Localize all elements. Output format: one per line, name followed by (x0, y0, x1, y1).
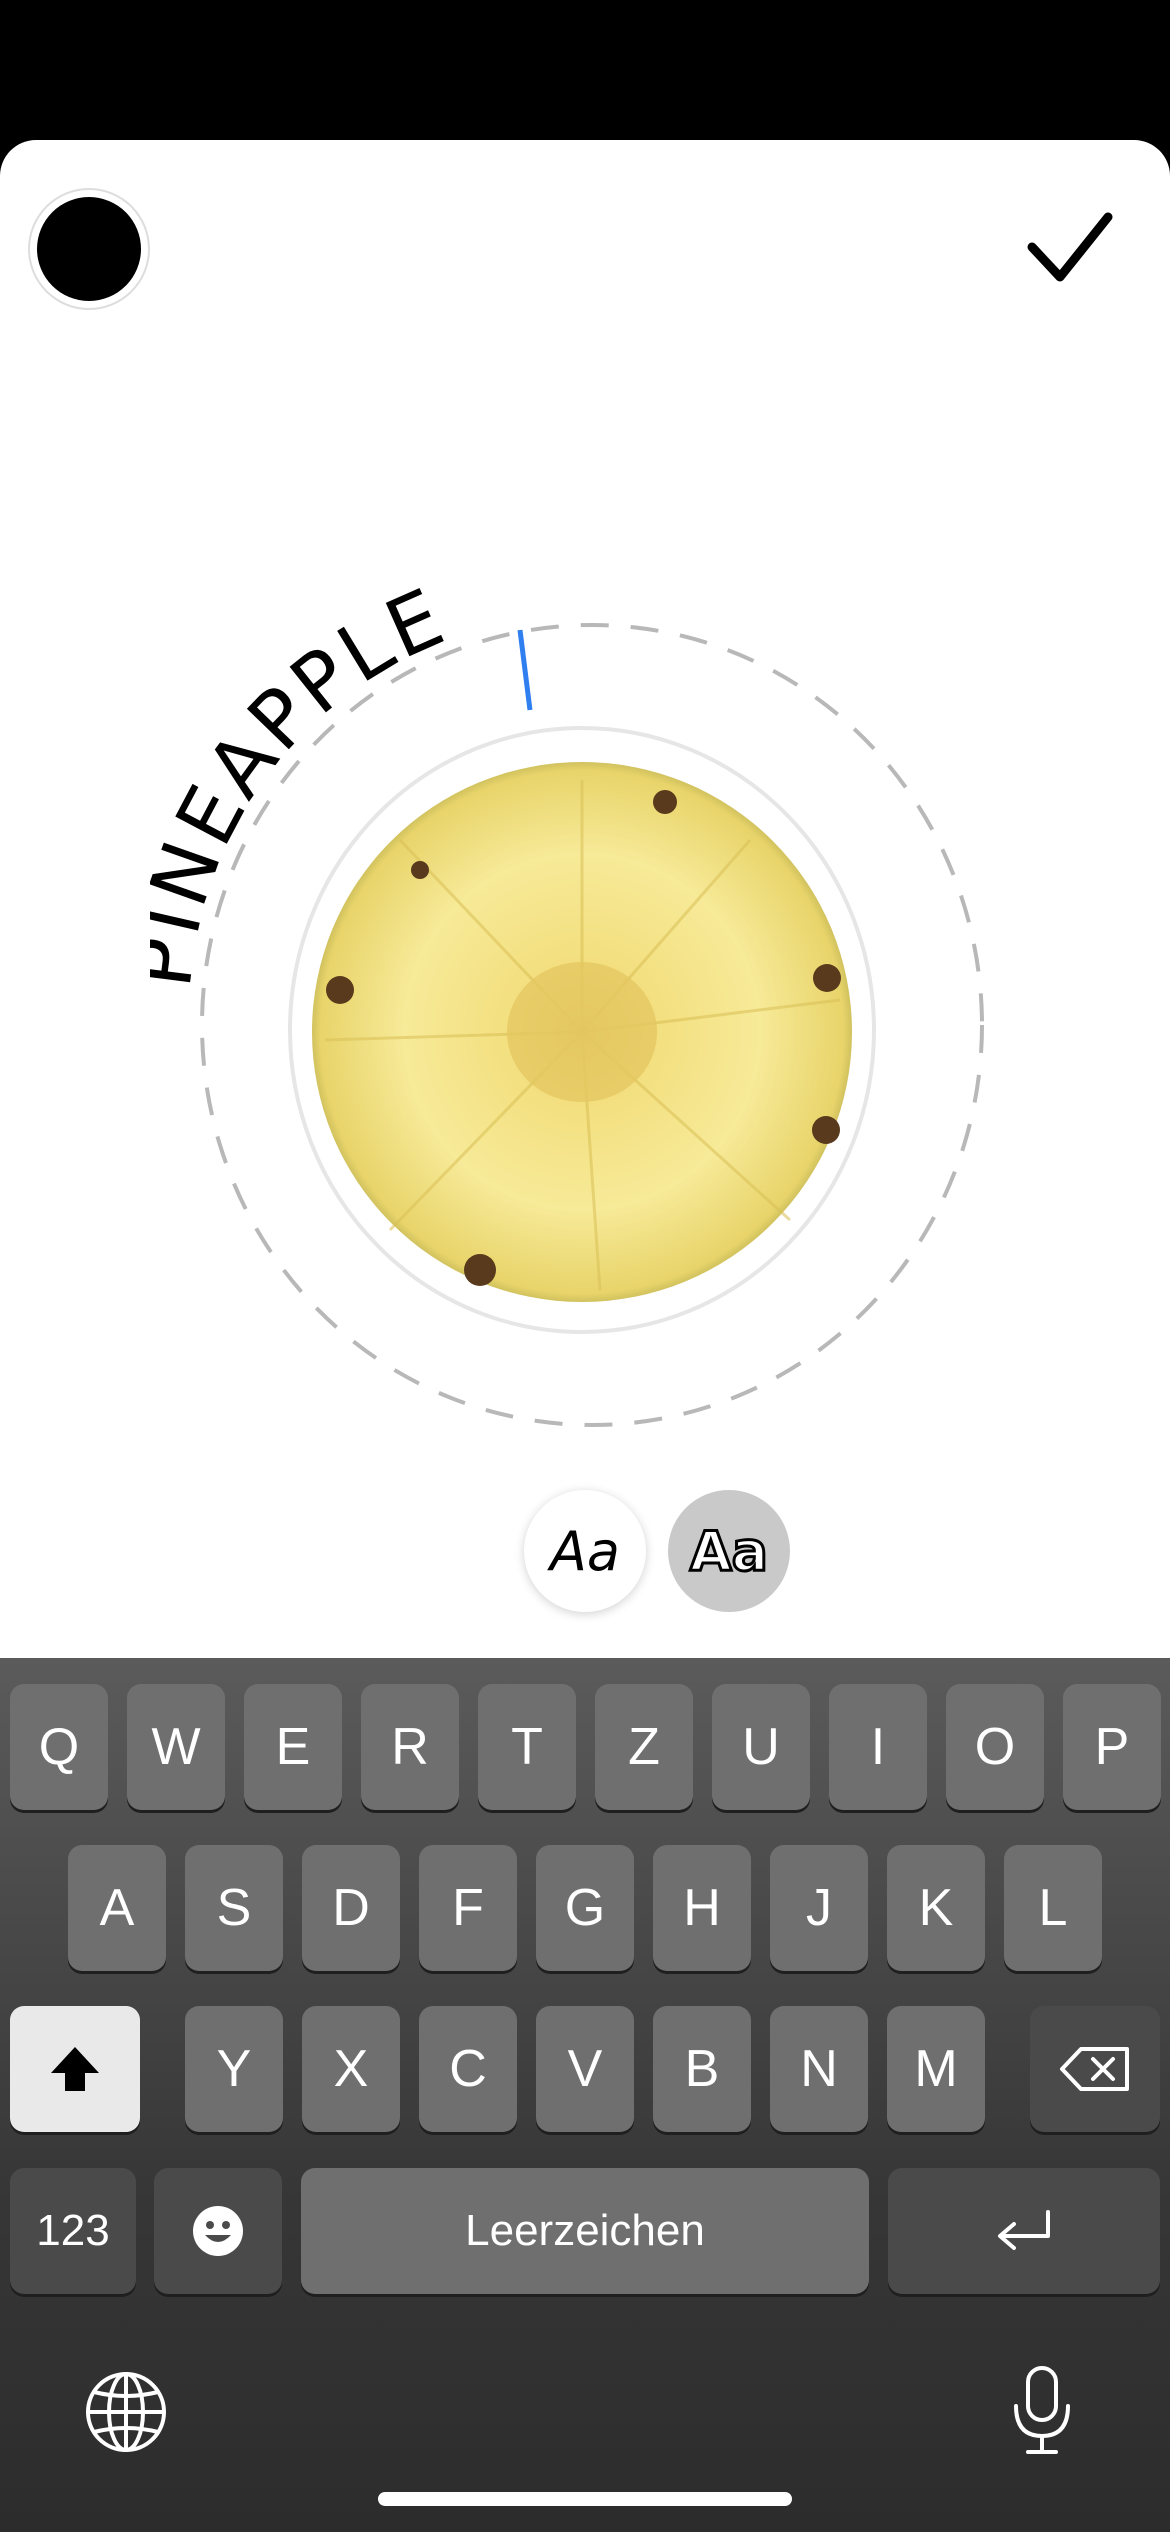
key-p[interactable]: P (1063, 1684, 1161, 1810)
status-area (0, 0, 1170, 140)
key-s[interactable]: S (185, 1845, 283, 1971)
key-j[interactable]: J (770, 1845, 868, 1971)
key-n[interactable]: N (770, 2006, 868, 2132)
text-color-button[interactable] (30, 190, 148, 308)
emoji-key[interactable] (154, 2168, 282, 2294)
emoji-icon (193, 2206, 243, 2256)
microphone-icon[interactable] (1008, 2364, 1076, 2456)
return-key[interactable] (888, 2168, 1160, 2294)
cutout-sticker[interactable]: PINEAPPLE (150, 440, 1020, 1440)
backspace-key[interactable] (1030, 2006, 1160, 2132)
key-d[interactable]: D (302, 1845, 400, 1971)
key-b[interactable]: B (653, 2006, 751, 2132)
key-e[interactable]: E (244, 1684, 342, 1810)
key-z[interactable]: Z (595, 1684, 693, 1810)
numbers-key[interactable]: 123 (10, 2168, 136, 2294)
key-g[interactable]: G (536, 1845, 634, 1971)
color-swatch-black (37, 197, 141, 301)
font-style-outline[interactable]: Aa (668, 1490, 790, 1612)
font-style-handwritten[interactable]: Aa (524, 1490, 646, 1612)
key-i[interactable]: I (829, 1684, 927, 1810)
text-cursor (517, 629, 533, 711)
key-v[interactable]: V (536, 2006, 634, 2132)
checkmark-icon[interactable] (1020, 205, 1120, 295)
sticker-editor-sheet: PINEAPPLE Aa Aa (0, 140, 1170, 1660)
key-a[interactable]: A (68, 1845, 166, 1971)
space-key[interactable]: Leerzeichen (301, 2168, 869, 2294)
key-f[interactable]: F (419, 1845, 517, 1971)
key-m[interactable]: M (887, 2006, 985, 2132)
key-w[interactable]: W (127, 1684, 225, 1810)
key-t[interactable]: T (478, 1684, 576, 1810)
key-c[interactable]: C (419, 2006, 517, 2132)
globe-icon[interactable] (84, 2370, 168, 2454)
key-u[interactable]: U (712, 1684, 810, 1810)
backspace-icon (1060, 2047, 1129, 2091)
keyboard: Q W E R T Z U I O P A S D F G H J K L Y … (0, 1658, 1170, 2532)
key-h[interactable]: H (653, 1845, 751, 1971)
pineapple-slice-image (312, 762, 852, 1302)
key-l[interactable]: L (1004, 1845, 1102, 1971)
key-y[interactable]: Y (185, 2006, 283, 2132)
font-style-selector: Aa Aa (520, 1490, 790, 1614)
home-indicator[interactable] (378, 2492, 792, 2506)
key-o[interactable]: O (946, 1684, 1044, 1810)
key-k[interactable]: K (887, 1845, 985, 1971)
shift-key[interactable] (10, 2006, 140, 2132)
key-q[interactable]: Q (10, 1684, 108, 1810)
key-x[interactable]: X (302, 2006, 400, 2132)
shift-icon (51, 2047, 99, 2091)
key-r[interactable]: R (361, 1684, 459, 1810)
return-icon (998, 2210, 1050, 2250)
